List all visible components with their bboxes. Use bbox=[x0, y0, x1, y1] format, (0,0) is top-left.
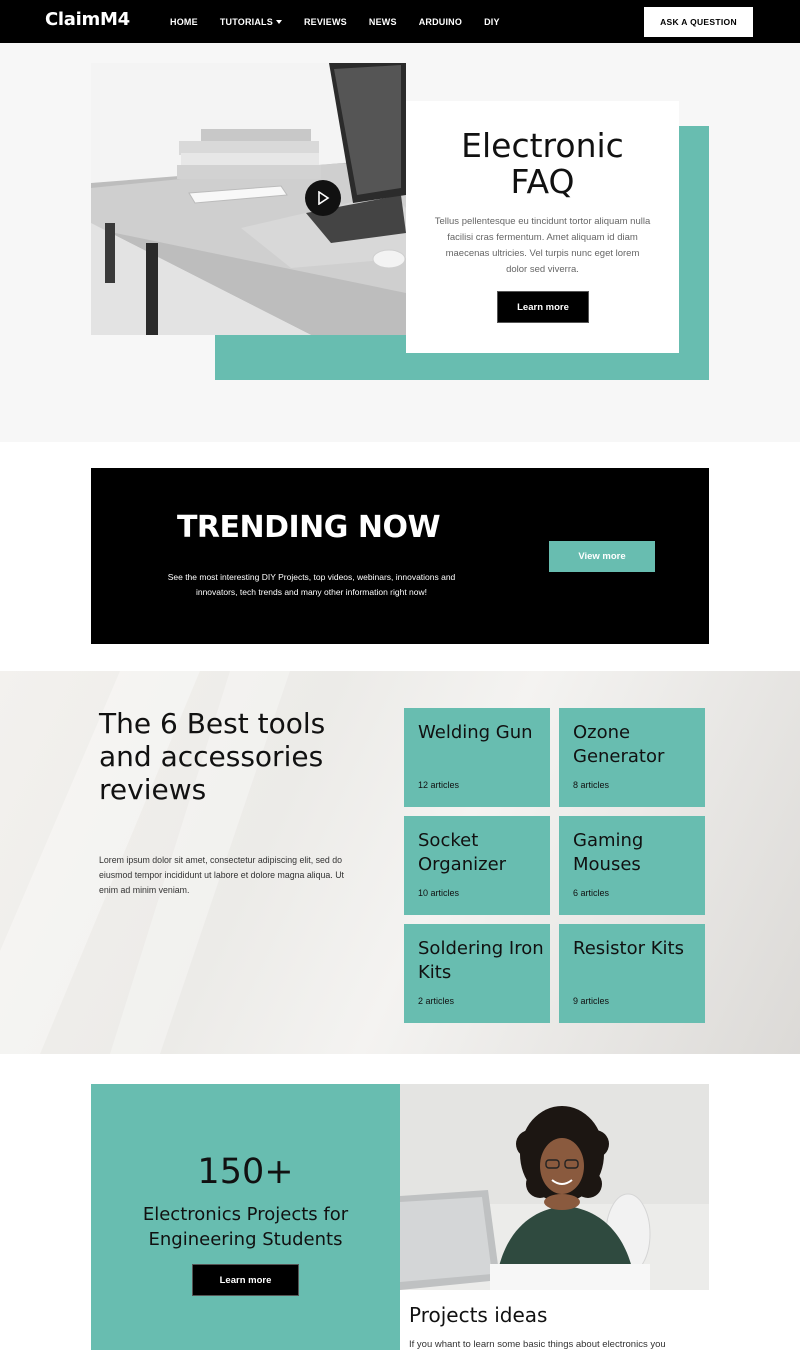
projects-ideas-title: Projects ideas bbox=[409, 1303, 547, 1327]
tile-count: 2 articles bbox=[418, 996, 454, 1006]
trending-banner: TRENDING NOW See the most interesting DI… bbox=[91, 468, 709, 644]
category-tile-ozone-generator[interactable]: Ozone Generator 8 articles bbox=[559, 708, 705, 807]
hero-title-line2: FAQ bbox=[406, 164, 679, 200]
category-tile-welding-gun[interactable]: Welding Gun 12 articles bbox=[404, 708, 550, 807]
tile-title: Welding Gun bbox=[418, 721, 546, 745]
top-navbar: ClaimM4 HOME TUTORIALS REVIEWS NEWS ARDU… bbox=[0, 0, 800, 43]
tile-title: Socket Organizer bbox=[418, 829, 546, 877]
hero-card: Electronic FAQ Tellus pellentesque eu ti… bbox=[406, 101, 679, 353]
tile-title: Gaming Mouses bbox=[573, 829, 701, 877]
trending-description: See the most interesting DIY Projects, t… bbox=[149, 570, 474, 600]
tile-title: Soldering Iron Kits bbox=[418, 937, 546, 985]
hero-learn-more-button[interactable]: Learn more bbox=[497, 291, 589, 323]
nav-item-arduino[interactable]: ARDUINO bbox=[419, 17, 462, 27]
nav-item-label: ARDUINO bbox=[419, 17, 462, 27]
laptop-desk-illustration bbox=[91, 63, 406, 335]
tools-description: Lorem ipsum dolor sit amet, consectetur … bbox=[99, 853, 359, 898]
nav-item-home[interactable]: HOME bbox=[170, 17, 198, 27]
view-more-button[interactable]: View more bbox=[549, 541, 655, 572]
tile-count: 10 articles bbox=[418, 888, 459, 898]
projects-ideas-text: If you whant to learn some basic things … bbox=[409, 1339, 709, 1350]
hero-description: Tellus pellentesque eu tincidunt tortor … bbox=[434, 214, 651, 278]
category-tile-socket-organizer[interactable]: Socket Organizer 10 articles bbox=[404, 816, 550, 915]
nav-item-label: TUTORIALS bbox=[220, 17, 273, 27]
nav-item-label: NEWS bbox=[369, 17, 397, 27]
tile-count: 12 articles bbox=[418, 780, 459, 790]
hero-title: Electronic FAQ bbox=[406, 128, 679, 200]
nav-item-label: REVIEWS bbox=[304, 17, 347, 27]
play-video-button[interactable] bbox=[305, 180, 341, 216]
tile-title: Ozone Generator bbox=[573, 721, 701, 769]
ask-question-button[interactable]: ASK A QUESTION bbox=[644, 7, 753, 37]
trending-title: TRENDING NOW bbox=[91, 510, 526, 545]
student-photo bbox=[400, 1084, 709, 1290]
tile-count: 8 articles bbox=[573, 780, 609, 790]
nav-item-tutorials[interactable]: TUTORIALS bbox=[220, 17, 282, 27]
tile-title: Resistor Kits bbox=[573, 937, 701, 961]
nav-item-label: HOME bbox=[170, 17, 198, 27]
hero-image bbox=[91, 63, 406, 335]
hero-section: Electronic FAQ Tellus pellentesque eu ti… bbox=[0, 43, 800, 442]
category-tile-resistor-kits[interactable]: Resistor Kits 9 articles bbox=[559, 924, 705, 1023]
nav-item-news[interactable]: NEWS bbox=[369, 17, 397, 27]
nav-item-label: DIY bbox=[484, 17, 500, 27]
hero-title-line1: Electronic bbox=[406, 128, 679, 164]
tools-section: The 6 Best tools and accessories reviews… bbox=[0, 671, 800, 1054]
nav-item-diy[interactable]: DIY bbox=[484, 17, 500, 27]
category-tile-soldering-iron-kits[interactable]: Soldering Iron Kits 2 articles bbox=[404, 924, 550, 1023]
category-tile-gaming-mouses[interactable]: Gaming Mouses 6 articles bbox=[559, 816, 705, 915]
main-menu: HOME TUTORIALS REVIEWS NEWS ARDUINO DIY bbox=[170, 0, 522, 43]
student-laptop-illustration bbox=[400, 1084, 709, 1290]
projects-learn-more-button[interactable]: Learn more bbox=[192, 1264, 299, 1296]
caret-down-icon bbox=[276, 20, 282, 24]
projects-stat-block: 150+ Electronics Projects for Engineerin… bbox=[91, 1084, 400, 1350]
site-logo[interactable]: ClaimM4 bbox=[45, 9, 130, 30]
projects-subtitle: Electronics Projects for Engineering Stu… bbox=[111, 1202, 380, 1252]
projects-count: 150+ bbox=[91, 1152, 400, 1192]
nav-item-reviews[interactable]: REVIEWS bbox=[304, 17, 347, 27]
tile-count: 9 articles bbox=[573, 996, 609, 1006]
play-icon bbox=[316, 191, 330, 205]
tile-count: 6 articles bbox=[573, 888, 609, 898]
tools-title: The 6 Best tools and accessories reviews bbox=[99, 707, 359, 806]
